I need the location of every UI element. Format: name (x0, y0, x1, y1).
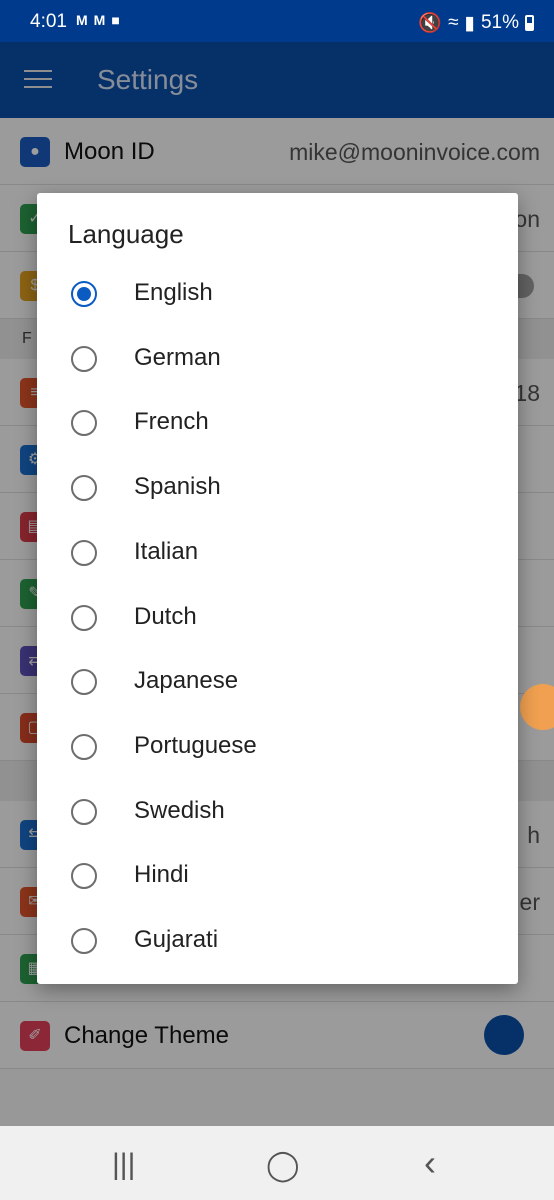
language-option-spanish[interactable]: Spanish (37, 457, 518, 521)
language-option-english[interactable]: English (37, 263, 518, 327)
language-option-label: German (134, 343, 221, 371)
language-option-dutch[interactable]: Dutch (37, 587, 518, 651)
language-option-label: Japanese (134, 667, 239, 695)
recent-apps-button[interactable]: ||| (112, 1148, 135, 1182)
language-option-italian[interactable]: Italian (37, 522, 518, 586)
language-option-german[interactable]: German (37, 328, 518, 392)
language-option-hindi[interactable]: Hindi (37, 845, 518, 909)
gmail-icon: M (93, 12, 106, 28)
language-option-label: Gujarati (134, 926, 219, 953)
radio-button[interactable] (71, 539, 97, 566)
system-nav-bar: ||| ◯ ‹ (0, 1126, 554, 1200)
signal-icon: ▮ (464, 12, 475, 34)
radio-button[interactable] (71, 604, 97, 631)
language-option-label: Swedish (134, 796, 225, 824)
language-option-portuguese[interactable]: Portuguese (37, 716, 518, 780)
battery-icon (525, 15, 534, 31)
radio-button[interactable] (71, 345, 97, 372)
video-icon: ■ (111, 12, 120, 28)
radio-button[interactable] (71, 863, 97, 890)
language-option-gujarati[interactable]: Gujarati (37, 910, 518, 974)
back-button[interactable]: ‹ (424, 1142, 436, 1184)
language-option-label: Spanish (134, 473, 221, 501)
radio-button[interactable] (71, 475, 97, 502)
system-icons: 🔇 ≈ ▮ 51% (418, 11, 534, 35)
mute-icon: 🔇 (418, 13, 443, 34)
language-option-label: Dutch (134, 602, 197, 630)
language-option-label: Italian (134, 537, 199, 565)
notification-icons: M M ■ (76, 12, 120, 28)
language-option-swedish[interactable]: Swedish (37, 781, 518, 845)
language-dialog: Language English German French Spanish Itali… (37, 193, 518, 984)
home-button[interactable]: ◯ (266, 1148, 300, 1183)
wifi-icon: ≈ (448, 12, 459, 33)
radio-button[interactable] (71, 410, 97, 437)
dialog-title: Language (68, 219, 184, 249)
radio-button[interactable] (71, 733, 97, 760)
clock: 4:01 (30, 11, 67, 32)
radio-button[interactable] (71, 798, 97, 825)
radio-button[interactable] (71, 281, 97, 307)
radio-button[interactable] (71, 928, 97, 954)
language-option-french[interactable]: French (37, 392, 518, 456)
language-option-label: Hindi (134, 861, 189, 889)
radio-button[interactable] (71, 669, 97, 696)
gmail-icon: M (76, 12, 88, 28)
status-bar: 4:01 M M ■ 🔇 ≈ ▮ 51% (0, 0, 554, 42)
battery-percent: 51% (480, 12, 519, 33)
language-option-japanese[interactable]: Japanese (37, 651, 518, 715)
language-option-label: French (134, 408, 209, 436)
language-option-label: Portuguese (134, 731, 257, 759)
language-option-label: English (134, 279, 213, 306)
